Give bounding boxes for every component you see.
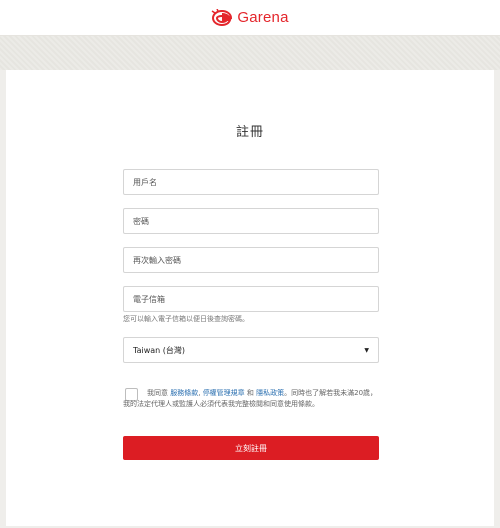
privacy-policy-link[interactable]: 隱私政策 <box>256 389 284 397</box>
register-card: 註冊 用戶名 密碼 再次輸入密碼 電子信箱 您可以輸入電子信箱以便日後查詢密碼。… <box>6 70 494 526</box>
terms-prefix: 我同意 <box>147 389 171 397</box>
terms-of-service-link[interactable]: 服務條款 <box>170 389 198 397</box>
chevron-down-icon: ▼ <box>364 346 369 354</box>
email-hint: 您可以輸入電子信箱以便日後查詢密碼。 <box>123 315 249 323</box>
terms-separator: 和 <box>244 389 257 397</box>
email-input[interactable]: 電子信箱 <box>123 286 379 312</box>
password-placeholder: 密碼 <box>133 216 149 226</box>
suspension-policy-link[interactable]: 停權管理規章 <box>203 389 245 397</box>
decorative-banner <box>0 36 500 70</box>
top-header: Garena <box>0 0 500 36</box>
garena-logo-icon <box>211 8 233 27</box>
brand-logo[interactable]: Garena <box>211 8 289 27</box>
confirm-password-input[interactable]: 再次輸入密碼 <box>123 247 379 273</box>
terms-text: 我同意 服務條款, 停權管理規章 和 隱私政策。同時也了解若我未滿20歲，我的法… <box>123 388 379 410</box>
register-button[interactable]: 立刻註冊 <box>123 436 379 460</box>
email-placeholder: 電子信箱 <box>133 294 165 304</box>
confirm-password-placeholder: 再次輸入密碼 <box>133 255 181 265</box>
username-placeholder: 用戶名 <box>133 177 157 187</box>
password-input[interactable]: 密碼 <box>123 208 379 234</box>
username-input[interactable]: 用戶名 <box>123 169 379 195</box>
page-title: 註冊 <box>235 125 264 140</box>
brand-name: Garena <box>237 9 289 26</box>
country-select[interactable]: Taiwan (台灣) ▼ <box>123 337 379 363</box>
country-selected-value: Taiwan (台灣) <box>133 345 185 355</box>
